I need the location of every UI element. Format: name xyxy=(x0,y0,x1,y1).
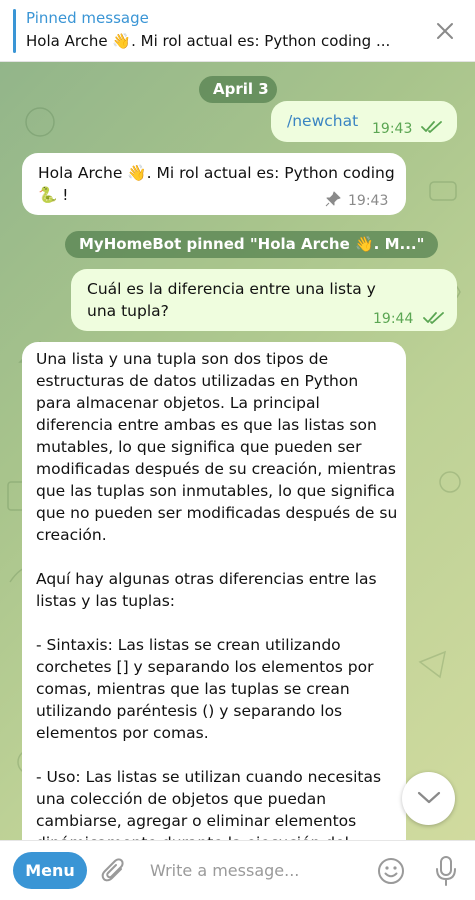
pinned-accent-bar xyxy=(13,9,16,53)
outgoing-message[interactable]: Cuál es la diferencia entre una lista y … xyxy=(71,269,457,331)
scroll-to-bottom-button[interactable] xyxy=(402,772,455,825)
message-list[interactable]: April 3 /newchat 19:43 Hola Arche 👋. Mi … xyxy=(0,62,475,840)
incoming-message[interactable]: Una lista y una tupla son dos tipos de e… xyxy=(22,342,406,840)
pin-icon xyxy=(325,191,341,207)
double-check-icon xyxy=(423,312,444,324)
microphone-icon[interactable] xyxy=(434,855,458,887)
close-icon[interactable] xyxy=(435,21,455,41)
message-time: 19:43 xyxy=(372,121,413,137)
pinned-text: Hola Arche 👋. Mi rol actual es: Python c… xyxy=(26,32,391,50)
message-paragraph: Aquí hay algunas otras diferencias entre… xyxy=(36,570,377,610)
message-time: 19:43 xyxy=(348,193,389,209)
incoming-message[interactable]: Hola Arche 👋. Mi rol actual es: Python c… xyxy=(22,153,406,215)
pinned-message-bar[interactable]: Pinned message Hola Arche 👋. Mi rol actu… xyxy=(0,0,475,62)
message-command-link[interactable]: /newchat xyxy=(287,110,358,132)
bot-menu-button[interactable]: Menu xyxy=(13,852,87,889)
service-pinned-notice: MyHomeBot pinned "Hola Arche 👋. M..." xyxy=(65,231,439,258)
message-paragraph: - Sintaxis: Las listas se crean utilizan… xyxy=(36,636,374,742)
message-paragraph: - Uso: Las listas se utilizan cuando nec… xyxy=(36,768,382,840)
date-separator: April 3 xyxy=(199,76,277,103)
paperclip-icon[interactable] xyxy=(101,857,127,885)
telegram-chat-window: Pinned message Hola Arche 👋. Mi rol actu… xyxy=(0,0,475,900)
message-time: 19:44 xyxy=(373,311,414,327)
message-paragraph: Una lista y una tupla son dos tipos de e… xyxy=(36,350,398,544)
message-text: Cuál es la diferencia entre una lista y … xyxy=(87,280,376,320)
chevron-down-icon xyxy=(417,791,441,804)
double-check-icon xyxy=(421,121,442,133)
pinned-title: Pinned message xyxy=(26,9,149,27)
outgoing-message[interactable]: /newchat 19:43 xyxy=(271,101,457,142)
smile-icon[interactable] xyxy=(377,857,405,885)
message-input[interactable] xyxy=(150,858,360,882)
message-composer: Menu xyxy=(0,840,475,900)
message-text: Hola Arche 👋. Mi rol actual es: Python c… xyxy=(38,164,395,204)
